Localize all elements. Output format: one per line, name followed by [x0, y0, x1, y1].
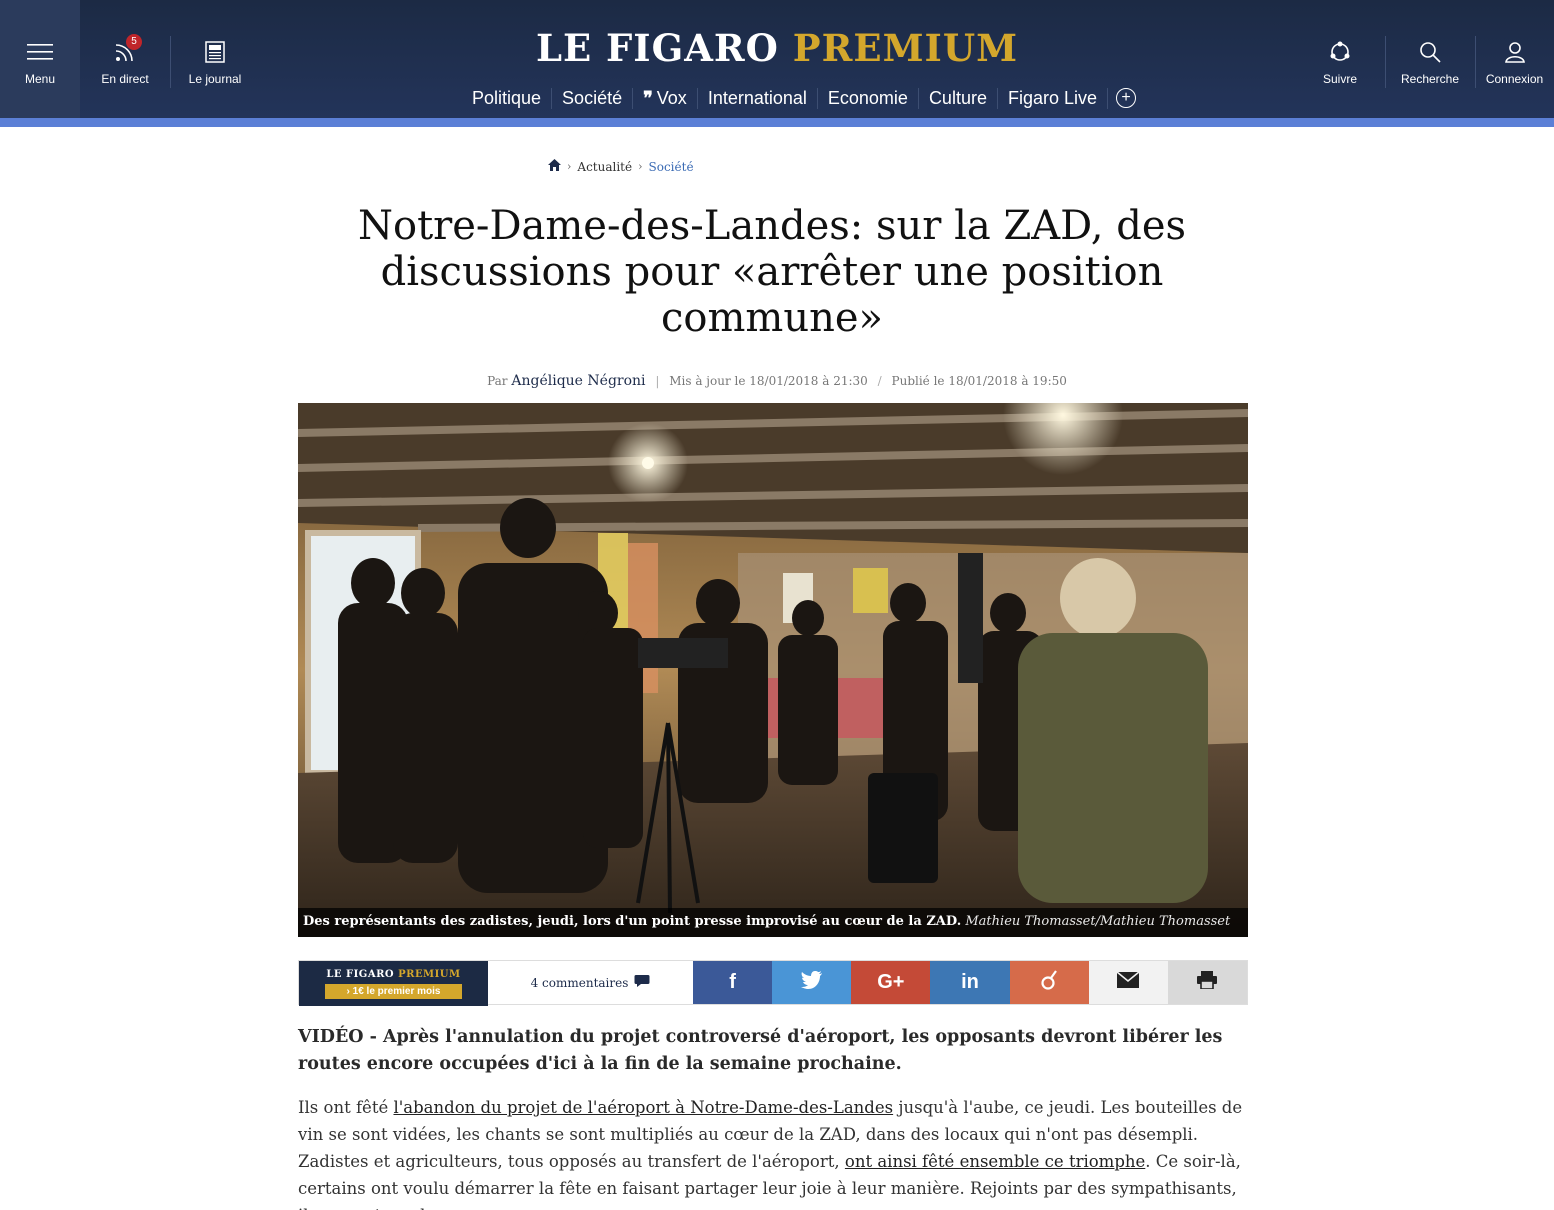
follow-icon [1328, 40, 1352, 64]
chevron-right-icon: › [567, 160, 572, 173]
connexion-button[interactable]: Connexion [1475, 0, 1554, 118]
quote-icon: ❞ [643, 87, 653, 108]
nav-item-culture[interactable]: Culture [919, 87, 998, 109]
share-twitter-button[interactable] [772, 961, 852, 1004]
para-text-1: Ils ont fêté [298, 1098, 394, 1117]
logo-text-figaro: LE FIGARO [535, 26, 779, 70]
share-viadeo-button[interactable] [1009, 961, 1089, 1004]
share-facebook-button[interactable]: f [693, 961, 773, 1004]
user-icon [1504, 40, 1526, 64]
nav-item-figaro-live[interactable]: Figaro Live [998, 87, 1109, 109]
printer-icon [1197, 970, 1218, 995]
article-photo[interactable]: Des représentants des zadistes, jeudi, l… [298, 403, 1248, 937]
main-nav: Politique Société ❞ Vox International Eco… [462, 84, 1137, 112]
premium-logo-premium: PREMIUM [398, 968, 461, 980]
byline-prefix: Par [487, 374, 508, 388]
published-date: Publié le 18/01/2018 à 19:50 [891, 374, 1067, 388]
nav-item-economie[interactable]: Economie [818, 87, 919, 109]
header-accent-band [0, 118, 1554, 127]
facebook-icon: f [729, 971, 736, 993]
print-button[interactable] [1167, 961, 1247, 1004]
more-sections-plus-icon[interactable]: + [1116, 88, 1137, 108]
site-header: Menu 5 En direct Le journal LE FIGARO PR… [0, 0, 1554, 118]
byline-divider: / [877, 374, 882, 388]
suivre-button[interactable]: Suivre [1295, 0, 1385, 118]
chevron-right-icon: › [638, 160, 643, 173]
twitter-icon [800, 970, 823, 995]
nav-item-international[interactable]: International [698, 87, 818, 109]
viadeo-icon [1040, 969, 1058, 996]
article-title: Notre-Dame-des-Landes: sur la ZAD, des d… [357, 203, 1187, 341]
share-linkedin-button[interactable]: in [930, 961, 1010, 1004]
nav-item-societe[interactable]: Société [552, 87, 634, 109]
search-icon [1419, 40, 1441, 64]
premium-offer-box[interactable]: LE FIGARO PREMIUM › 1€ le premier mois [299, 961, 488, 1006]
author-link[interactable]: Angélique Négroni [511, 373, 645, 389]
photo-illustration [298, 403, 1248, 937]
share-googleplus-button[interactable]: G+ [851, 961, 931, 1004]
recherche-label: Recherche [1400, 72, 1460, 86]
nav-item-vox-label: Vox [656, 87, 687, 108]
breadcrumb-societe[interactable]: Société [649, 160, 694, 174]
byline-divider: | [655, 374, 660, 388]
nav-item-vox[interactable]: ❞ Vox [633, 87, 698, 109]
article-lede: VIDÉO - Après l'annulation du projet con… [298, 1027, 1223, 1074]
suivre-label: Suivre [1322, 72, 1357, 86]
premium-logo-figaro: LE FIGARO [326, 968, 395, 980]
connexion-label: Connexion [1485, 72, 1544, 86]
breadcrumb: › Actualité › Société [548, 159, 694, 174]
caption-text: Des représentants des zadistes, jeudi, l… [303, 914, 962, 929]
linkedin-icon: in [961, 971, 979, 993]
recherche-button[interactable]: Recherche [1385, 0, 1475, 118]
googleplus-icon: G+ [877, 971, 905, 993]
le-journal-label: Le journal [188, 72, 242, 86]
premium-logo: LE FIGARO PREMIUM [326, 969, 460, 980]
speech-bubble-icon [634, 974, 650, 991]
premium-offer-button[interactable]: › 1€ le premier mois [324, 983, 463, 999]
link-abandon-projet[interactable]: l'abandon du projet de l'aéroport à Notr… [393, 1098, 893, 1117]
updated-date: Mis à jour le 18/01/2018 à 21:30 [669, 374, 868, 388]
share-email-button[interactable] [1088, 961, 1168, 1004]
breadcrumb-actualite[interactable]: Actualité [577, 160, 632, 174]
comments-count: 4 commentaires [530, 975, 629, 990]
comments-link[interactable]: 4 commentaires [488, 961, 693, 1004]
envelope-icon [1116, 971, 1140, 994]
photo-caption: Des représentants des zadistes, jeudi, l… [298, 908, 1248, 937]
caption-credit: Mathieu Thomasset/Mathieu Thomasset [965, 914, 1231, 929]
article-byline: Par Angélique Négroni | Mis à jour le 18… [0, 373, 1554, 389]
menu-label: Menu [24, 72, 56, 86]
en-direct-label: En direct [101, 72, 149, 86]
link-fete-triomphe[interactable]: ont ainsi fêté ensemble ce triomphe [845, 1152, 1145, 1171]
home-icon[interactable] [548, 159, 561, 174]
share-bar: LE FIGARO PREMIUM › 1€ le premier mois 4… [298, 960, 1248, 1006]
nav-item-politique[interactable]: Politique [462, 87, 553, 109]
article-paragraph: Ils ont fêté l'abandon du projet de l'aé… [298, 1094, 1248, 1210]
logo-text-premium: PREMIUM [792, 26, 1019, 70]
